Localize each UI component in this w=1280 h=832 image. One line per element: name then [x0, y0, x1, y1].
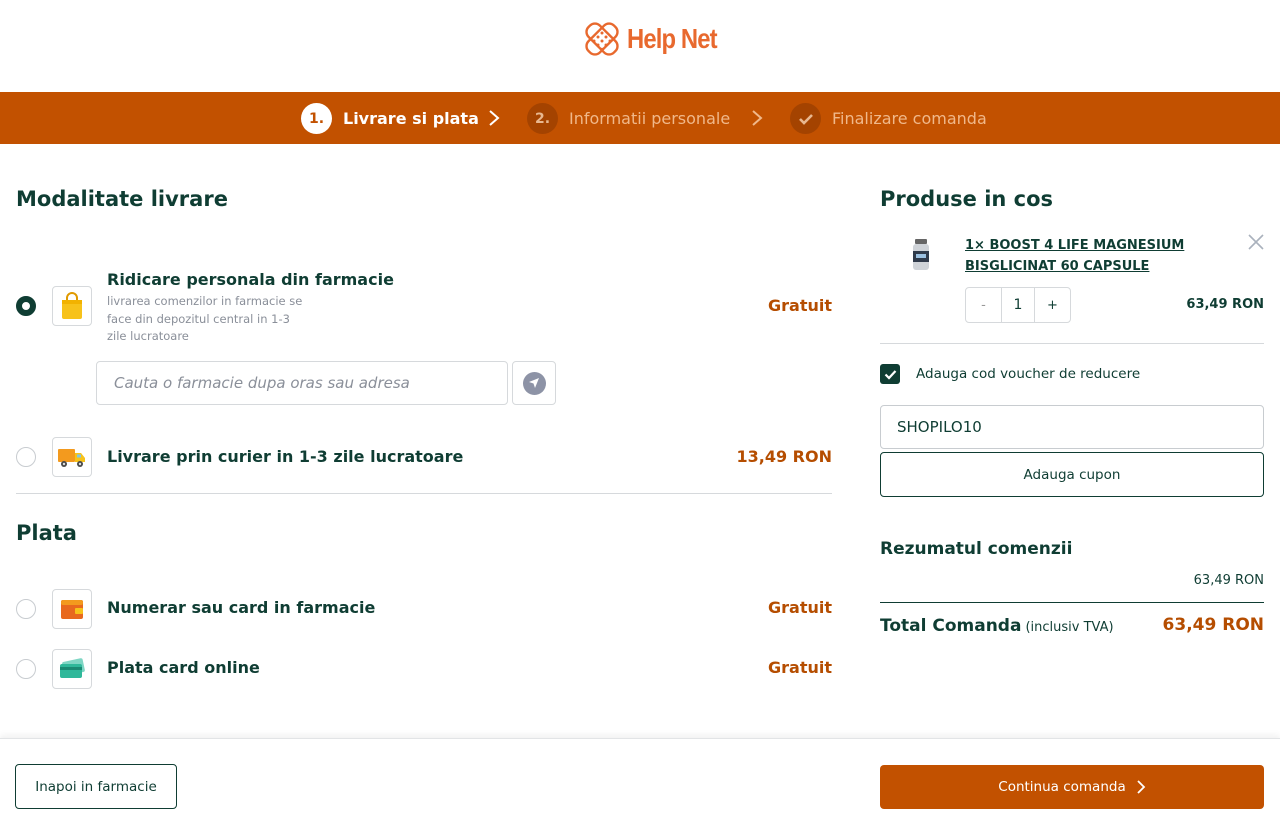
site-header: Help Net	[0, 0, 1280, 92]
total-vat-note: (inclusiv TVA)	[1025, 620, 1114, 635]
order-subtotal: 63,49 RON	[1193, 573, 1264, 588]
total-label-text: Total Comanda	[880, 616, 1022, 636]
pickup-option-title: Ridicare personala din farmacie	[107, 270, 394, 289]
step-label: Livrare si plata	[343, 109, 479, 128]
logo-text: Help Net	[627, 23, 718, 54]
logo-cross-icon	[585, 22, 619, 56]
delivery-radio-courier[interactable]	[16, 447, 36, 467]
helpnet-logo[interactable]: Help Net	[581, 18, 733, 60]
step-number: 2.	[527, 103, 558, 134]
quantity-value[interactable]: 1	[1001, 288, 1035, 322]
product-price: 63,49 RON	[1186, 297, 1264, 312]
add-coupon-button[interactable]: Adauga cupon	[880, 452, 1264, 497]
credit-card-icon	[52, 649, 92, 689]
wallet-icon	[52, 589, 92, 629]
card-online-option-price: Gratuit	[768, 658, 832, 677]
step-label: Finalizare comanda	[832, 109, 987, 128]
delivery-radio-pickup[interactable]	[16, 296, 36, 316]
payment-radio-card-online[interactable]	[16, 659, 36, 679]
continue-order-label: Continua comanda	[998, 779, 1126, 795]
shopping-bag-icon	[52, 286, 92, 326]
navigation-arrow-icon	[522, 371, 546, 395]
checkout-steps-bar: 1. Livrare si plata 2. Informatii person…	[0, 92, 1280, 144]
step-informatii-personale[interactable]: 2. Informatii personale	[527, 103, 730, 134]
pharmacy-search-input[interactable]	[96, 361, 508, 405]
product-name-link[interactable]: 1× BOOST 4 LIFE MAGNESIUM BISGLICINAT 60…	[965, 235, 1205, 277]
quantity-increase-button[interactable]: +	[1035, 288, 1070, 322]
step-finalizare-comanda[interactable]: Finalizare comanda	[790, 103, 987, 134]
delivery-truck-icon	[52, 437, 92, 477]
cart-divider	[880, 343, 1264, 344]
back-to-pharmacy-button[interactable]: Inapoi in farmacie	[15, 764, 177, 809]
voucher-code-input[interactable]	[880, 405, 1264, 449]
continue-order-button[interactable]: Continua comanda	[880, 765, 1264, 809]
courier-option-price: 13,49 RON	[736, 447, 833, 466]
chevron-right-icon	[489, 110, 500, 126]
order-total-label: Total Comanda (inclusiv TVA)	[880, 616, 1114, 636]
step-livrare-plata[interactable]: 1. Livrare si plata	[301, 103, 479, 134]
quantity-stepper: - 1 +	[965, 287, 1071, 323]
chevron-right-icon	[752, 110, 763, 126]
voucher-checkbox[interactable]	[880, 364, 900, 384]
cash-option-price: Gratuit	[768, 598, 832, 617]
order-total-value: 63,49 RON	[1162, 615, 1264, 635]
voucher-checkbox-label[interactable]: Adauga cod voucher de reducere	[916, 366, 1140, 382]
card-online-option-title: Plata card online	[107, 658, 260, 677]
payment-section-title: Plata	[16, 521, 77, 545]
delivery-section-title: Modalitate livrare	[16, 187, 228, 211]
check-icon	[790, 103, 821, 134]
step-number: 1.	[301, 103, 332, 134]
quantity-decrease-button[interactable]: -	[966, 288, 1001, 322]
pickup-option-description: livrarea comenzilor in farmacie se face …	[107, 294, 303, 343]
checkout-footer: Inapoi in farmacie Continua comanda	[0, 738, 1280, 832]
close-icon[interactable]	[1246, 232, 1266, 252]
summary-divider	[880, 602, 1264, 603]
order-summary-title: Rezumatul comenzii	[880, 539, 1073, 559]
check-icon	[884, 369, 896, 380]
pickup-option-price: Gratuit	[768, 296, 832, 315]
section-divider	[16, 493, 832, 494]
locate-me-button[interactable]	[512, 361, 556, 405]
product-bottle-image	[913, 239, 929, 270]
cart-title: Produse in cos	[880, 187, 1054, 211]
payment-radio-cash[interactable]	[16, 599, 36, 619]
step-label: Informatii personale	[569, 109, 731, 128]
courier-option-title: Livrare prin curier in 1-3 zile lucratoa…	[107, 447, 464, 466]
cash-option-title: Numerar sau card in farmacie	[107, 598, 376, 617]
chevron-right-icon	[1137, 780, 1146, 794]
